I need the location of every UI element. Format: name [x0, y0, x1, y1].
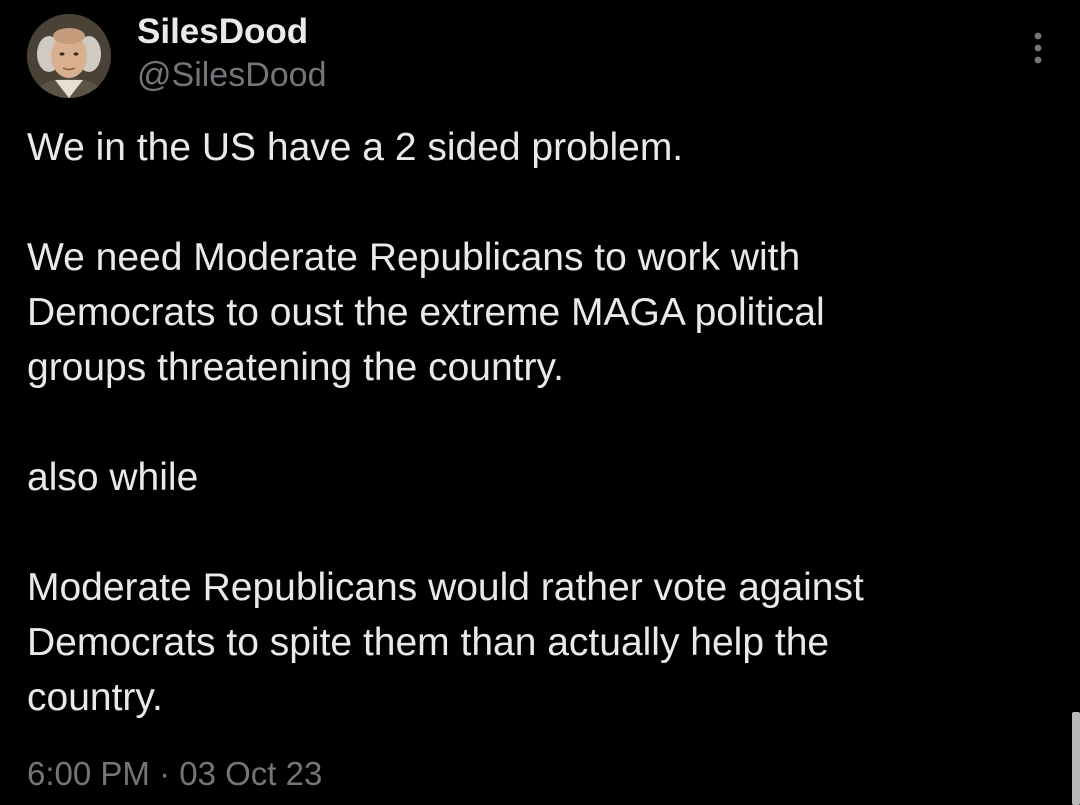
tweet-line: Democrats to spite them than actually he… — [27, 621, 830, 664]
more-vertical-icon — [1034, 32, 1042, 64]
tweet-line: We in the US have a 2 sided problem. — [27, 126, 684, 169]
display-name[interactable]: SilesDood — [137, 12, 308, 52]
tweet-paragraph: We need Moderate Republicans to work wit… — [27, 230, 1037, 395]
tweet-paragraph: Moderate Republicans would rather vote a… — [27, 560, 1037, 725]
tweet: SilesDood @SilesDood We in the US have a… — [0, 0, 1080, 805]
tweet-text: We in the US have a 2 sided problem. We … — [27, 120, 1037, 725]
tweet-paragraph: also while — [27, 450, 1037, 505]
user-handle[interactable]: @SilesDood — [137, 55, 327, 95]
tweet-line: Moderate Republicans would rather vote a… — [27, 566, 864, 609]
timestamp[interactable]: 6:00 PM · 03 Oct 23 — [27, 753, 322, 795]
tweet-line: also while — [27, 456, 199, 499]
tweet-line: country. — [27, 676, 163, 719]
more-options-button[interactable] — [1018, 28, 1058, 68]
tweet-line: We need Moderate Republicans to work wit… — [27, 236, 801, 279]
portrait-avatar-icon — [27, 14, 111, 98]
tweet-paragraph: We in the US have a 2 sided problem. — [27, 120, 1037, 175]
tweet-line: groups threatening the country. — [27, 346, 564, 389]
tweet-line: Democrats to oust the extreme MAGA polit… — [27, 291, 825, 334]
avatar[interactable] — [27, 14, 111, 98]
scrollbar[interactable] — [1072, 712, 1080, 805]
